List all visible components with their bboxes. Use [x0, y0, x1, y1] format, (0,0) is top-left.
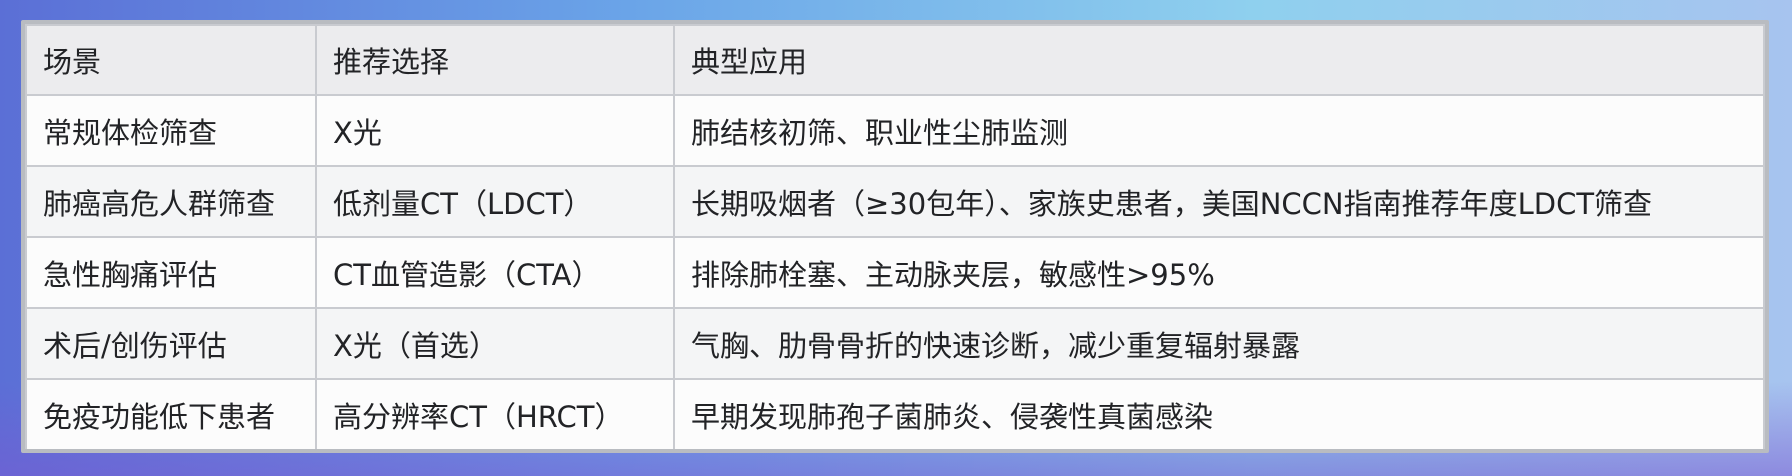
- cell-scenario: 肺癌高危人群筛查: [25, 165, 317, 238]
- table-row: 术后/创伤评估 X光（首选） 气胸、肋骨骨折的快速诊断，减少重复辐射暴露: [25, 307, 1765, 380]
- table-row: 肺癌高危人群筛查 低剂量CT（LDCT） 长期吸烟者（≥30包年）、家族史患者，…: [25, 165, 1765, 238]
- cell-scenario: 术后/创伤评估: [25, 307, 317, 380]
- imaging-recommendation-table: 场景 推荐选择 典型应用 常规体检筛查 X光 肺结核初筛、职业性尘肺监测 肺癌高…: [25, 24, 1765, 449]
- cell-scenario: 免疫功能低下患者: [25, 378, 317, 449]
- table-row: 免疫功能低下患者 高分辨率CT（HRCT） 早期发现肺孢子菌肺炎、侵袭性真菌感染: [25, 378, 1765, 449]
- cell-typical-application: 肺结核初筛、职业性尘肺监测: [673, 94, 1765, 167]
- imaging-recommendation-table-card: 场景 推荐选择 典型应用 常规体检筛查 X光 肺结核初筛、职业性尘肺监测 肺癌高…: [21, 20, 1769, 453]
- cell-recommended-choice: CT血管造影（CTA）: [315, 236, 675, 309]
- header-scenario: 场景: [25, 24, 317, 96]
- cell-scenario: 急性胸痛评估: [25, 236, 317, 309]
- cell-recommended-choice: X光（首选）: [315, 307, 675, 380]
- cell-typical-application: 气胸、肋骨骨折的快速诊断，减少重复辐射暴露: [673, 307, 1765, 380]
- cell-recommended-choice: X光: [315, 94, 675, 167]
- cell-typical-application: 长期吸烟者（≥30包年）、家族史患者，美国NCCN指南推荐年度LDCT筛查: [673, 165, 1765, 238]
- cell-typical-application: 早期发现肺孢子菌肺炎、侵袭性真菌感染: [673, 378, 1765, 449]
- header-typical-application: 典型应用: [673, 24, 1765, 96]
- table-row: 常规体检筛查 X光 肺结核初筛、职业性尘肺监测: [25, 94, 1765, 167]
- header-recommended-choice: 推荐选择: [315, 24, 675, 96]
- cell-scenario: 常规体检筛查: [25, 94, 317, 167]
- cell-typical-application: 排除肺栓塞、主动脉夹层，敏感性>95%: [673, 236, 1765, 309]
- table-header-row: 场景 推荐选择 典型应用: [25, 24, 1765, 96]
- cell-recommended-choice: 高分辨率CT（HRCT）: [315, 378, 675, 449]
- cell-recommended-choice: 低剂量CT（LDCT）: [315, 165, 675, 238]
- table-row: 急性胸痛评估 CT血管造影（CTA） 排除肺栓塞、主动脉夹层，敏感性>95%: [25, 236, 1765, 309]
